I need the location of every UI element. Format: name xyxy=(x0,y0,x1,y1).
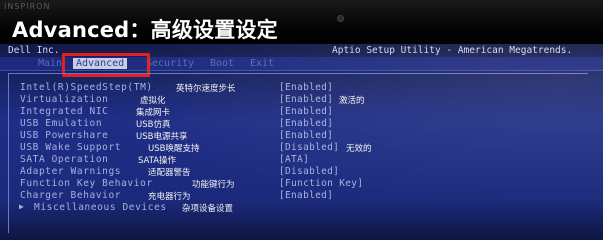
option-row-usb-wake-support[interactable]: USB Wake Support USB唤醒支持 [Disabled] 无效的 xyxy=(0,142,600,154)
option-value[interactable]: [Enabled] xyxy=(279,94,333,105)
option-value[interactable]: [Disabled] xyxy=(279,142,339,153)
submenu-label: Miscellaneous Devices xyxy=(34,202,167,213)
option-row-integrated-nic[interactable]: Integrated NIC 集成网卡 [Enabled] xyxy=(0,106,600,118)
tab-main[interactable]: Main xyxy=(38,58,62,69)
option-row-charger-behavior[interactable]: Charger Behavior 充电器行为 [Enabled] xyxy=(0,190,600,202)
option-label: SATA Operation xyxy=(20,154,109,165)
option-annotation: 充电器行为 xyxy=(148,192,191,202)
webcam-icon xyxy=(337,15,344,22)
option-annotation: 集成网卡 xyxy=(136,108,171,118)
option-value[interactable]: [Function Key] xyxy=(279,178,363,189)
utility-title: Aptio Setup Utility - American Megatrend… xyxy=(332,45,573,56)
option-annotation: 适配器警告 xyxy=(148,168,191,178)
option-label: Charger Behavior xyxy=(20,190,122,201)
vendor-label: Dell Inc. xyxy=(8,45,60,56)
submenu-row-miscellaneous-devices[interactable]: ▶ Miscellaneous Devices 杂项设备设置 xyxy=(0,202,600,214)
option-label: Function Key Behavior xyxy=(20,178,153,189)
option-value[interactable]: [Enabled] xyxy=(279,106,333,117)
option-annotation: USB唤醒支持 xyxy=(148,144,200,154)
option-value[interactable]: [Enabled] xyxy=(279,130,333,141)
option-label: Intel(R)SpeedStep(TM) xyxy=(20,82,153,93)
submenu-arrow-icon: ▶ xyxy=(19,202,24,211)
option-row-sata-operation[interactable]: SATA Operation SATA操作 [ATA] xyxy=(0,154,600,166)
submenu-annotation: 杂项设备设置 xyxy=(182,204,234,214)
option-value[interactable]: [ATA] xyxy=(279,154,309,165)
option-row-speedstep[interactable]: Intel(R)SpeedStep(TM) 英特尔速度步长 [Enabled] xyxy=(0,82,600,94)
option-label: USB Powershare xyxy=(20,130,109,141)
option-label: Adapter Warnings xyxy=(20,166,122,177)
option-annotation: 虚拟化 xyxy=(140,96,166,106)
option-label: USB Wake Support xyxy=(20,142,122,153)
option-annotation: SATA操作 xyxy=(138,156,177,166)
option-row-virtualization[interactable]: Virtualization 虚拟化 [Enabled] 激活的 xyxy=(0,94,600,106)
option-row-usb-powershare[interactable]: USB Powershare USB电源共享 [Enabled] xyxy=(0,130,600,142)
caption-overlay: Advanced：高级设置设定 xyxy=(12,18,278,42)
tab-security[interactable]: Security xyxy=(146,58,194,69)
value-annotation: 激活的 xyxy=(339,96,365,106)
option-row-adapter-warnings[interactable]: Adapter Warnings 适配器警告 [Disabled] xyxy=(0,166,600,178)
bezel-brand: INSPIRON xyxy=(4,2,51,11)
option-annotation: 英特尔速度步长 xyxy=(176,84,236,94)
option-row-usb-emulation[interactable]: USB Emulation USB仿真 [Enabled] xyxy=(0,118,600,130)
tab-boot[interactable]: Boot xyxy=(210,58,234,69)
value-annotation: 无效的 xyxy=(346,144,372,154)
option-row-function-key-behavior[interactable]: Function Key Behavior 功能键行为 [Function Ke… xyxy=(0,178,600,190)
option-label: Virtualization xyxy=(20,94,109,105)
bios-screen-photo: INSPIRON Advanced：高级设置设定 Dell Inc. Aptio… xyxy=(0,0,603,240)
option-value[interactable]: [Enabled] xyxy=(279,118,333,129)
option-annotation: 功能键行为 xyxy=(192,180,235,190)
option-annotation: USB电源共享 xyxy=(136,132,188,142)
option-value[interactable]: [Enabled] xyxy=(279,190,333,201)
tab-exit[interactable]: Exit xyxy=(250,58,274,69)
option-label: Integrated NIC xyxy=(20,106,109,117)
option-annotation: USB仿真 xyxy=(136,120,171,130)
option-label: USB Emulation xyxy=(20,118,103,129)
option-value[interactable]: [Enabled] xyxy=(279,82,333,93)
option-value[interactable]: [Disabled] xyxy=(279,166,339,177)
